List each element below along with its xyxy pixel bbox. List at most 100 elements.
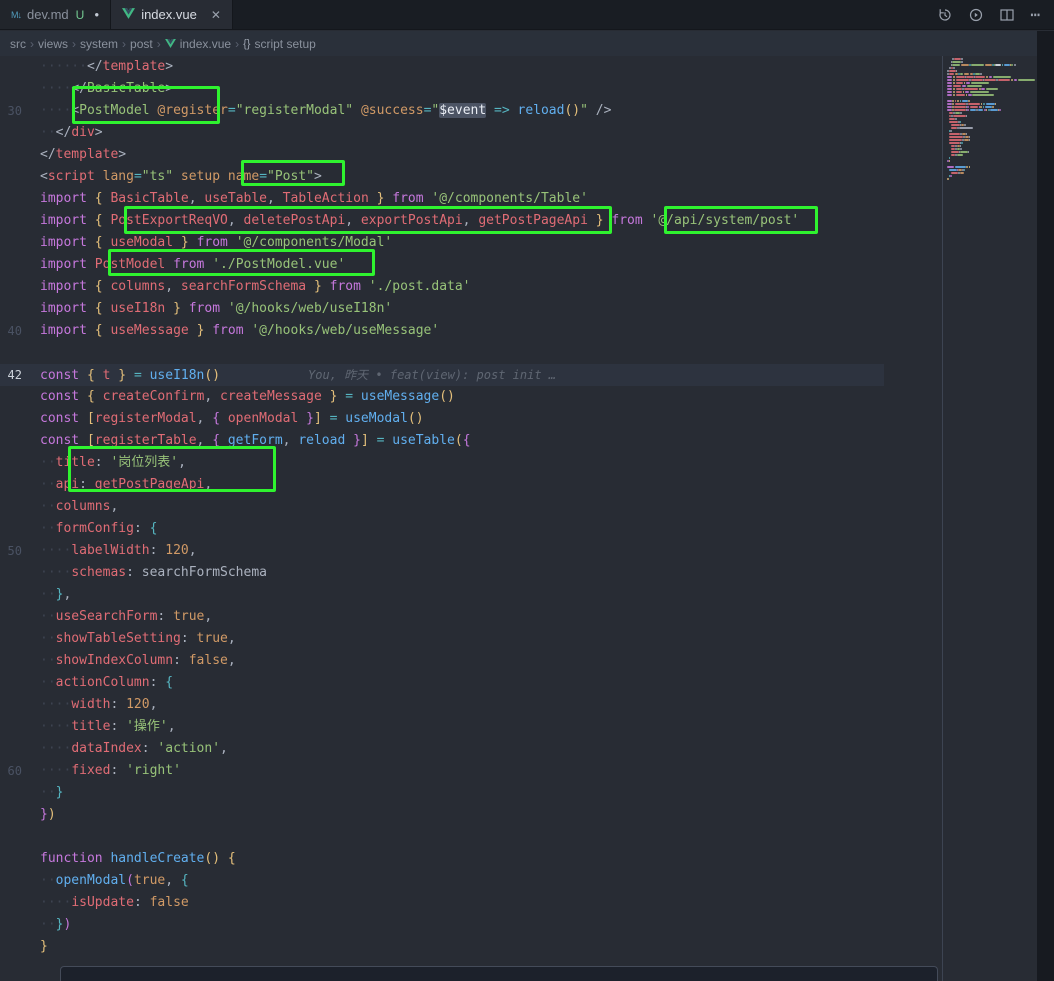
line-number xyxy=(0,804,40,826)
code-line[interactable]: ····dataIndex: 'action', xyxy=(0,738,884,760)
code-editor[interactable]: ······</template>····</BasicTable>30····… xyxy=(0,56,884,980)
line-number xyxy=(0,694,40,716)
chevron-right-icon: › xyxy=(157,37,161,51)
code-line[interactable]: function handleCreate() { xyxy=(0,848,884,870)
line-number xyxy=(0,78,40,100)
code-line[interactable]: ··</div> xyxy=(0,122,884,144)
line-number xyxy=(0,496,40,518)
line-number xyxy=(0,254,40,276)
code-line[interactable]: ··showIndexColumn: false, xyxy=(0,650,884,672)
more-actions-icon[interactable]: ⋯ xyxy=(1030,10,1040,20)
code-line[interactable]: </template> xyxy=(0,144,884,166)
git-blame-annotation: You, 昨天 • feat(view): post init … xyxy=(308,368,556,382)
code-line[interactable]: ······</template> xyxy=(0,56,884,78)
code-line[interactable] xyxy=(0,826,884,848)
git-status-untracked-badge: U xyxy=(76,8,85,22)
code-line[interactable]: ····schemas: searchFormSchema xyxy=(0,562,884,584)
code-line[interactable]: const [registerTable, { getForm, reload … xyxy=(0,430,884,452)
code-line[interactable]: 30····<PostModel @register="registerModa… xyxy=(0,100,884,122)
line-number xyxy=(0,210,40,232)
code-line[interactable]: 60····fixed: 'right' xyxy=(0,760,884,782)
tab-index-vue[interactable]: index.vue ✕ xyxy=(111,0,233,29)
line-number: 30 xyxy=(0,100,40,122)
breadcrumb-item-system[interactable]: system xyxy=(80,37,118,51)
line-number: 50 xyxy=(0,540,40,562)
code-line[interactable]: const [registerModal, { openModal }] = u… xyxy=(0,408,884,430)
code-line[interactable]: ··actionColumn: { xyxy=(0,672,884,694)
line-number xyxy=(0,408,40,430)
line-number xyxy=(0,914,40,936)
code-line[interactable]: ··}, xyxy=(0,584,884,606)
line-number xyxy=(0,892,40,914)
tab-bar: M↓ dev.md U ● index.vue ✕ ⋯ xyxy=(0,0,1054,30)
line-number xyxy=(0,56,40,78)
line-number xyxy=(0,342,40,364)
code-line[interactable]: 50····labelWidth: 120, xyxy=(0,540,884,562)
code-line[interactable]: ··openModal(true, { xyxy=(0,870,884,892)
line-number: 42 xyxy=(0,364,40,386)
code-line[interactable]: ··columns, xyxy=(0,496,884,518)
code-line[interactable]: ····width: 120, xyxy=(0,694,884,716)
line-number xyxy=(0,826,40,848)
code-line[interactable]: import { useI18n } from '@/hooks/web/use… xyxy=(0,298,884,320)
code-line[interactable]: ··useSearchForm: true, xyxy=(0,606,884,628)
history-icon[interactable] xyxy=(937,7,953,23)
line-number xyxy=(0,474,40,496)
code-line[interactable]: const { createConfirm, createMessage } =… xyxy=(0,386,884,408)
minimap[interactable] xyxy=(947,57,1035,183)
line-number xyxy=(0,738,40,760)
chevron-right-icon: › xyxy=(30,37,34,51)
line-number xyxy=(0,386,40,408)
code-line[interactable]: import { BasicTable, useTable, TableActi… xyxy=(0,188,884,210)
breadcrumb-item-script-setup[interactable]: {}script setup xyxy=(243,37,316,51)
code-line[interactable]: ··api: getPostPageApi, xyxy=(0,474,884,496)
breadcrumb-item-src[interactable]: src xyxy=(10,37,26,51)
tab-dev-md[interactable]: M↓ dev.md U ● xyxy=(0,0,111,29)
line-number xyxy=(0,144,40,166)
line-number xyxy=(0,518,40,540)
unsaved-dot-icon: ● xyxy=(94,10,99,19)
close-icon[interactable]: ✕ xyxy=(211,8,221,22)
code-line[interactable]: }) xyxy=(0,804,884,826)
line-number xyxy=(0,562,40,584)
code-line[interactable]: ··}) xyxy=(0,914,884,936)
code-line[interactable]: <script lang="ts" setup name="Post"> xyxy=(0,166,884,188)
editor-actions: ⋯ xyxy=(937,0,1054,29)
line-number xyxy=(0,166,40,188)
vue-icon xyxy=(165,39,176,48)
code-line[interactable]: } xyxy=(0,936,884,958)
code-line[interactable]: ··showTableSetting: true, xyxy=(0,628,884,650)
scrollbar[interactable] xyxy=(1037,31,1054,981)
code-line[interactable]: import { useModal } from '@/components/M… xyxy=(0,232,884,254)
code-line[interactable]: ··formConfig: { xyxy=(0,518,884,540)
minimap-separator xyxy=(942,56,943,981)
code-line[interactable]: 40import { useMessage } from '@/hooks/we… xyxy=(0,320,884,342)
code-line[interactable] xyxy=(0,342,884,364)
line-number xyxy=(0,870,40,892)
markdown-icon: M↓ xyxy=(11,10,21,20)
open-changes-icon[interactable] xyxy=(968,7,984,23)
line-number xyxy=(0,716,40,738)
bottom-widget xyxy=(60,966,938,981)
code-line[interactable]: import { PostExportReqVO, deletePostApi,… xyxy=(0,210,884,232)
split-editor-icon[interactable] xyxy=(999,7,1015,23)
code-line[interactable]: ····</BasicTable> xyxy=(0,78,884,100)
line-number xyxy=(0,606,40,628)
code-line[interactable]: ··} xyxy=(0,782,884,804)
breadcrumb: src›views›system›post›index.vue›{}script… xyxy=(0,31,1054,56)
line-number: 40 xyxy=(0,320,40,342)
code-line[interactable]: ··title: '岗位列表', xyxy=(0,452,884,474)
breadcrumb-item-index-vue[interactable]: index.vue xyxy=(165,37,231,51)
code-line[interactable]: 42const { t } = useI18n()You, 昨天 • feat(… xyxy=(0,364,884,386)
vue-icon xyxy=(122,7,135,22)
code-line[interactable]: ····isUpdate: false xyxy=(0,892,884,914)
line-number xyxy=(0,782,40,804)
line-number xyxy=(0,430,40,452)
breadcrumb-item-views[interactable]: views xyxy=(38,37,68,51)
chevron-right-icon: › xyxy=(235,37,239,51)
code-line[interactable]: ····title: '操作', xyxy=(0,716,884,738)
tab-label: index.vue xyxy=(141,7,197,22)
code-line[interactable]: import { columns, searchFormSchema } fro… xyxy=(0,276,884,298)
breadcrumb-item-post[interactable]: post xyxy=(130,37,153,51)
code-line[interactable]: import PostModel from './PostModel.vue' xyxy=(0,254,884,276)
